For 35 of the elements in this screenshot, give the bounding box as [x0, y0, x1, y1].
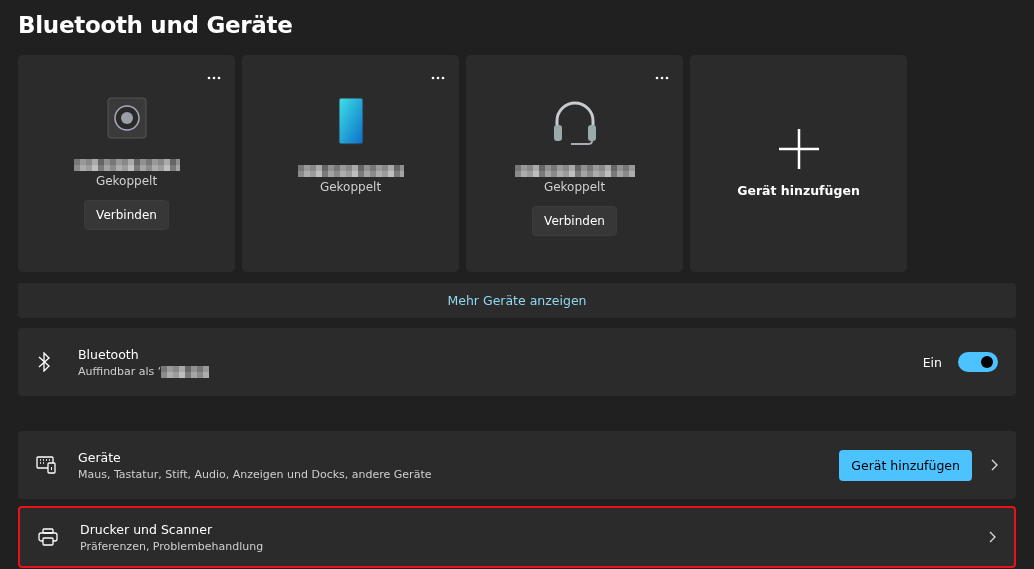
- page-title: Bluetooth und Geräte: [18, 11, 294, 40]
- connect-button[interactable]: Verbinden: [532, 206, 617, 236]
- device-card[interactable]: Gekoppelt Verbinden: [18, 55, 235, 272]
- bluetooth-toggle[interactable]: [958, 352, 998, 372]
- keyboard-device-icon: [36, 456, 56, 474]
- speaker-icon: [106, 97, 147, 139]
- redacted-name-drawing: [161, 365, 210, 378]
- more-options-icon[interactable]: [655, 76, 669, 80]
- add-device-card[interactable]: Gerät hinzufügen: [690, 55, 907, 272]
- device-card[interactable]: Gekoppelt: [242, 55, 459, 272]
- bluetooth-icon: [38, 352, 50, 372]
- row-subtitle: Präferenzen, Problembehandlung: [80, 539, 265, 553]
- chevron-right-icon: [988, 531, 996, 543]
- chevron-right-icon: [990, 459, 998, 471]
- row-subtitle: Maus, Tastatur, Stift, Audio, Anzeigen und Docks, andere Geräte: [78, 467, 433, 481]
- row-title: Geräte: [78, 449, 122, 465]
- device-card[interactable]: Gekoppelt Verbinden: [466, 55, 683, 272]
- device-status: Gekoppelt: [543, 180, 606, 194]
- bluetooth-subtitle: Auffindbar als ‘: [78, 364, 162, 378]
- show-more-devices-link[interactable]: Mehr Geräte anzeigen: [18, 283, 1016, 318]
- printer-icon: [38, 528, 58, 546]
- device-status: Gekoppelt: [95, 174, 158, 188]
- settings-row[interactable]: Geräte Maus, Tastatur, Stift, Audio, Anzeigen und Docks, andere Geräte Gerät hinzufügen: [18, 431, 1016, 499]
- plus-icon: [778, 129, 819, 169]
- settings-row[interactable]: Drucker und Scanner Präferenzen, Problembehandlung: [18, 506, 1016, 568]
- row-title: Drucker und Scanner: [80, 521, 214, 537]
- add-device-label: Gerät hinzufügen: [737, 183, 860, 198]
- bluetooth-title: Bluetooth: [78, 346, 140, 362]
- more-options-icon[interactable]: [431, 76, 445, 80]
- device-status: Gekoppelt: [319, 180, 382, 194]
- connect-button[interactable]: Verbinden: [84, 200, 169, 230]
- phone-icon: [337, 97, 364, 145]
- more-options-icon[interactable]: [207, 76, 221, 80]
- toggle-label: Ein: [922, 354, 942, 370]
- add-device-button[interactable]: Gerät hinzufügen: [839, 449, 972, 481]
